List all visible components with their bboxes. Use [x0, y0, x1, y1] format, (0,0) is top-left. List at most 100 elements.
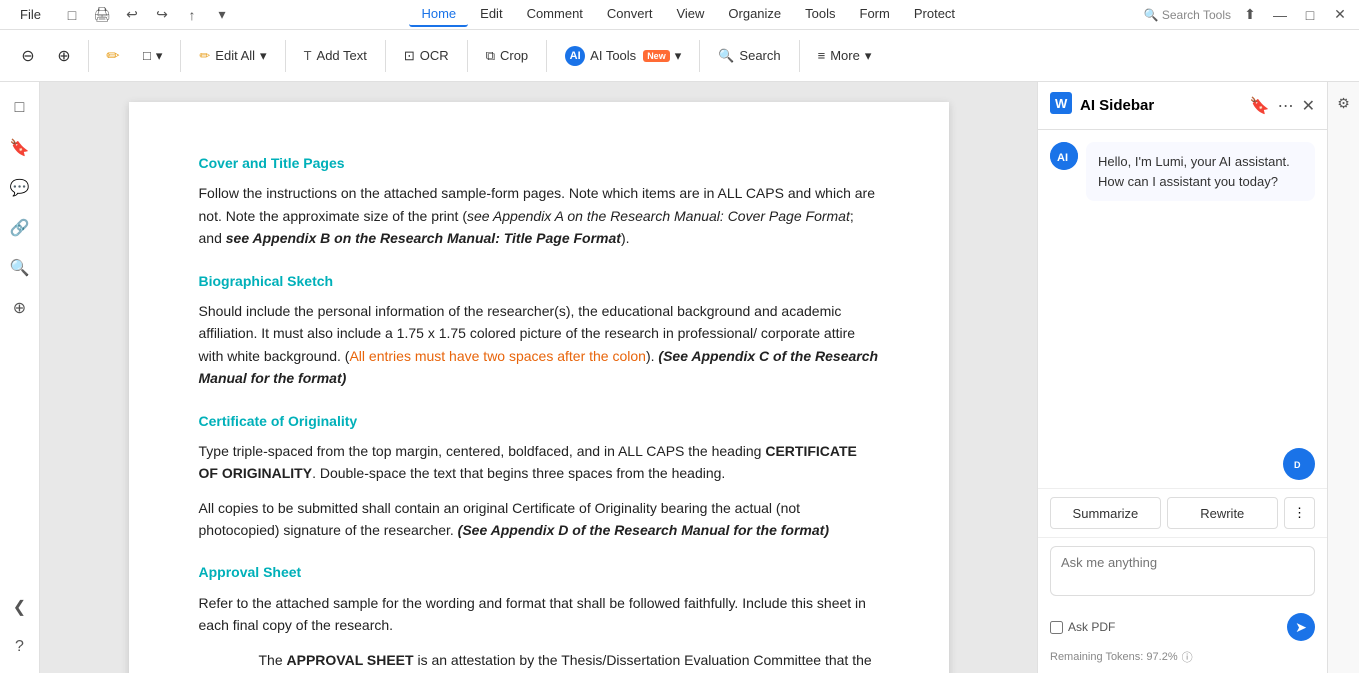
crop-label: Crop [500, 48, 528, 63]
page-icon[interactable]: □ [4, 92, 36, 124]
ai-action-bar: Summarize Rewrite ⋮ [1038, 488, 1327, 537]
menu-form[interactable]: Form [848, 2, 902, 27]
crop-icon: ⧉ [486, 48, 495, 64]
menu-tools[interactable]: Tools [793, 2, 847, 27]
menu-convert[interactable]: Convert [595, 2, 665, 27]
cover-para-1: Follow the instructions on the attached … [199, 182, 879, 249]
upload-icon[interactable]: ⬆ [1239, 4, 1261, 26]
ai-chat-area: AI Hello, I'm Lumi, your AI assistant. H… [1038, 130, 1327, 440]
redo-icon[interactable]: ↪ [151, 4, 173, 26]
ask-pdf-container: Ask PDF [1050, 620, 1115, 634]
ocr-label: OCR [420, 48, 449, 63]
ai-tools-button[interactable]: AI AI Tools New ▾ [555, 41, 691, 71]
file-menu[interactable]: File [8, 3, 53, 26]
search-label: Search [739, 48, 780, 63]
minimize-icon[interactable]: — [1269, 4, 1291, 26]
title-bar-right: 🔍 Search Tools ⬆ — □ ✕ [1144, 4, 1351, 26]
ai-tools-icon: AI [565, 46, 585, 66]
search-panel-icon[interactable]: 🔍 [4, 252, 36, 284]
ai-doc-icon[interactable]: D [1283, 448, 1315, 480]
edit-all-button[interactable]: ✏ Edit All ▾ [189, 43, 276, 69]
document-page: Cover and Title Pages Follow the instruc… [129, 102, 949, 673]
left-sidebar: □ 🔖 💬 🔗 🔍 ⊕ ❮ ? [0, 82, 40, 673]
title-bar-left: File □ 🖨 ↩ ↪ ↑ ▾ [8, 3, 233, 26]
rewrite-button[interactable]: Rewrite [1167, 497, 1278, 529]
ocr-button[interactable]: ⊡ OCR [394, 43, 459, 69]
search-button[interactable]: 🔍 Search [708, 43, 790, 69]
svg-text:D: D [1294, 460, 1301, 470]
menu-edit[interactable]: Edit [468, 2, 514, 27]
cert-para-2: All copies to be submitted shall contain… [199, 497, 879, 542]
approval-para-1: Refer to the attached sample for the wor… [199, 592, 879, 637]
maximize-icon[interactable]: □ [1299, 4, 1321, 26]
link-icon[interactable]: 🔗 [4, 212, 36, 244]
edit-icon: ✏ [199, 48, 210, 64]
add-text-button[interactable]: T Add Text [294, 43, 377, 68]
more-icon: ≡ [818, 48, 826, 63]
comment-icon[interactable]: 💬 [4, 172, 36, 204]
more-button[interactable]: ≡ More ▾ [808, 43, 882, 69]
more-label: More [830, 48, 860, 63]
ai-input-area [1038, 537, 1327, 607]
divider-8 [799, 40, 800, 72]
document-area[interactable]: Cover and Title Pages Follow the instruc… [40, 82, 1037, 673]
svg-text:W: W [1055, 96, 1068, 111]
print-icon[interactable]: 🖨 [91, 4, 113, 26]
shape-dropdown-icon: ▾ [156, 48, 163, 64]
menu-protect[interactable]: Protect [902, 2, 967, 27]
ai-sidebar-header: W AI Sidebar 🔖 ⋯ ✕ [1038, 82, 1327, 130]
divider-7 [699, 40, 700, 72]
section-cert-title: Certificate of Originality [199, 410, 879, 432]
more-actions-button[interactable]: ⋮ [1284, 497, 1315, 529]
svg-text:AI: AI [1057, 152, 1068, 164]
cert-para-1: Type triple-spaced from the top margin, … [199, 440, 879, 485]
bookmark-icon[interactable]: 🔖 [4, 132, 36, 164]
ai-chat-icons: D [1038, 440, 1327, 488]
search-tools[interactable]: 🔍 Search Tools [1144, 8, 1231, 22]
ask-pdf-label: Ask PDF [1068, 620, 1115, 634]
divider-1 [88, 40, 89, 72]
send-button[interactable]: ➤ [1287, 613, 1315, 641]
layers-icon[interactable]: ⊕ [4, 292, 36, 324]
divider-3 [285, 40, 286, 72]
zoom-in-icon: ⊕ [57, 46, 70, 66]
ai-input-field[interactable] [1050, 546, 1315, 596]
ask-pdf-checkbox[interactable] [1050, 621, 1063, 634]
ai-bookmark-icon[interactable]: 🔖 [1250, 96, 1270, 116]
ai-close-icon[interactable]: ✕ [1302, 96, 1315, 116]
ai-sidebar: W AI Sidebar 🔖 ⋯ ✕ AI Hello, I'm Lumi, y… [1037, 82, 1327, 673]
close-icon[interactable]: ✕ [1329, 4, 1351, 26]
lumi-message: Hello, I'm Lumi, your AI assistant. How … [1086, 142, 1315, 201]
share-icon[interactable]: ↑ [181, 4, 203, 26]
save-icon[interactable]: □ [61, 4, 83, 26]
zoom-out-icon: ⊖ [21, 46, 34, 66]
crop-button[interactable]: ⧉ Crop [476, 43, 538, 69]
menu-home[interactable]: Home [409, 2, 468, 27]
menu-view[interactable]: View [664, 2, 716, 27]
far-right-panel: ⚙ [1327, 82, 1359, 673]
summarize-button[interactable]: Summarize [1050, 497, 1161, 529]
menu-organize[interactable]: Organize [716, 2, 793, 27]
menu-comment[interactable]: Comment [515, 2, 595, 27]
zoom-out-button[interactable]: ⊖ [12, 40, 44, 72]
panel-settings-icon[interactable]: ⚙ [1331, 90, 1357, 116]
highlight-button[interactable]: ✏ [97, 40, 129, 72]
zoom-in-button[interactable]: ⊕ [48, 40, 80, 72]
lumi-avatar: AI [1050, 142, 1078, 170]
help-icon[interactable]: ? [4, 631, 36, 663]
ai-dropdown: ▾ [675, 48, 682, 64]
add-text-icon: T [304, 48, 312, 63]
divider-2 [180, 40, 181, 72]
shape-button[interactable]: □ ▾ [133, 43, 172, 69]
ai-more-icon[interactable]: ⋯ [1278, 96, 1294, 116]
undo-icon[interactable]: ↩ [121, 4, 143, 26]
ai-tools-label: AI Tools [590, 48, 636, 63]
prev-page-icon[interactable]: ❮ [4, 591, 36, 623]
nav-menu: Home Edit Comment Convert View Organize … [409, 2, 967, 27]
ai-input-footer: Ask PDF ➤ [1038, 607, 1327, 645]
title-bar: File □ 🖨 ↩ ↪ ↑ ▾ Home Edit Comment Conve… [0, 0, 1359, 30]
divider-4 [385, 40, 386, 72]
divider-6 [546, 40, 547, 72]
dropdown-icon[interactable]: ▾ [211, 4, 233, 26]
tokens-label: Remaining Tokens: 97.2% [1050, 651, 1178, 663]
